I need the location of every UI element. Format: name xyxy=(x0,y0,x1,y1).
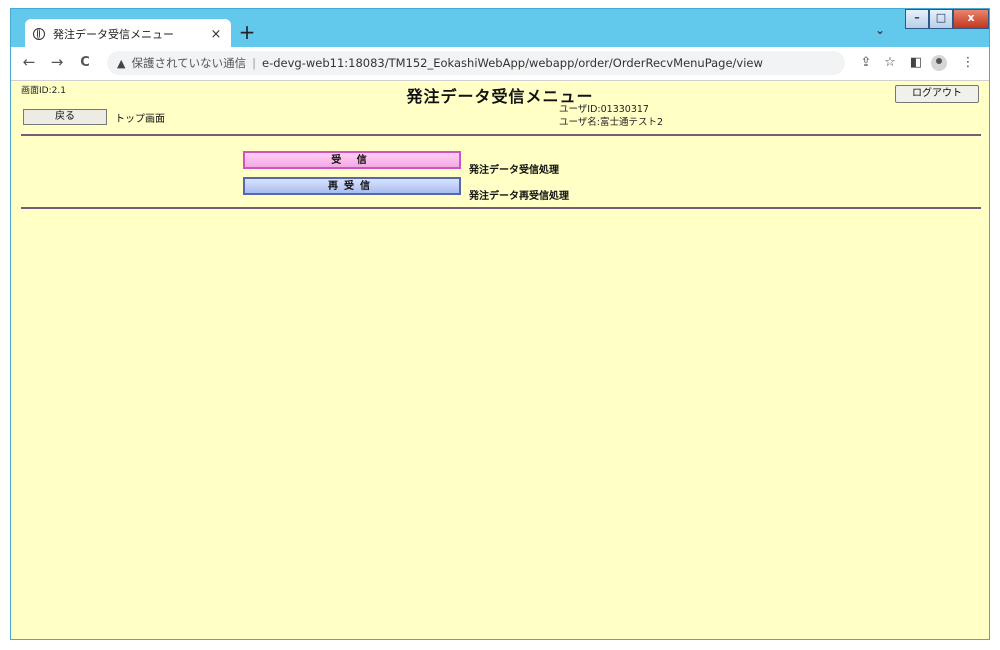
share-icon[interactable]: ⇪ xyxy=(857,55,875,70)
page-title: 発注データ受信メニュー xyxy=(406,87,594,106)
tab-title: 発注データ受信メニュー xyxy=(53,28,174,41)
back-button[interactable]: 戻る xyxy=(23,109,107,125)
minimize-button[interactable]: – xyxy=(905,9,929,29)
top-screen-label: トップ画面 xyxy=(115,114,165,125)
side-panel-icon[interactable]: ◧ xyxy=(907,55,925,70)
back-arrow-icon[interactable]: ← xyxy=(19,53,39,71)
tab-search-icon[interactable]: ⌄ xyxy=(875,23,885,37)
divider xyxy=(21,134,981,136)
browser-menu-icon[interactable]: ⋮ xyxy=(959,55,977,70)
new-tab-button[interactable]: + xyxy=(237,21,257,43)
security-warning[interactable]: 保護されていない通信 xyxy=(131,55,246,71)
user-name: ユーザ名:富士通テスト2 xyxy=(559,117,664,128)
page-content: 画面ID:2.1 発注データ受信メニュー ログアウト 戻る トップ画面 ユーザI… xyxy=(11,81,989,639)
globe-icon xyxy=(33,28,45,40)
close-icon: x xyxy=(967,11,975,24)
receive-button[interactable]: 受 信 xyxy=(243,151,461,169)
maximize-icon: □ xyxy=(935,11,947,24)
close-window-button[interactable]: x xyxy=(953,9,989,29)
receive-description: 発注データ受信処理 xyxy=(469,165,559,176)
warning-triangle-icon: ▲ xyxy=(117,56,126,70)
browser-toolbar: ← → C ▲ 保護されていない通信 | e-devg-web11:18083/… xyxy=(11,47,989,81)
forward-arrow-icon[interactable]: → xyxy=(47,53,67,71)
address-separator: | xyxy=(252,56,256,70)
logout-button[interactable]: ログアウト xyxy=(895,85,979,103)
reload-icon[interactable]: C xyxy=(75,55,95,70)
user-id: ユーザID:01330317 xyxy=(559,104,649,115)
bookmark-star-icon[interactable]: ☆ xyxy=(881,55,899,70)
re-receive-button[interactable]: 再受信 xyxy=(243,177,461,195)
divider xyxy=(21,207,981,209)
browser-window: 発注データ受信メニュー × + ⌄ – □ x ← → C ▲ 保護されていない… xyxy=(10,8,990,640)
url-text[interactable]: e-devg-web11:18083/TM152_EokashiWebApp/w… xyxy=(262,56,763,70)
re-receive-description: 発注データ再受信処理 xyxy=(469,191,569,202)
profile-avatar-icon[interactable] xyxy=(931,55,947,71)
address-bar[interactable]: ▲ 保護されていない通信 | e-devg-web11:18083/TM152_… xyxy=(107,51,845,75)
maximize-button[interactable]: □ xyxy=(929,9,953,29)
minimize-icon: – xyxy=(914,11,920,24)
browser-tab[interactable]: 発注データ受信メニュー × xyxy=(25,19,231,49)
tab-close-icon[interactable]: × xyxy=(209,27,223,42)
